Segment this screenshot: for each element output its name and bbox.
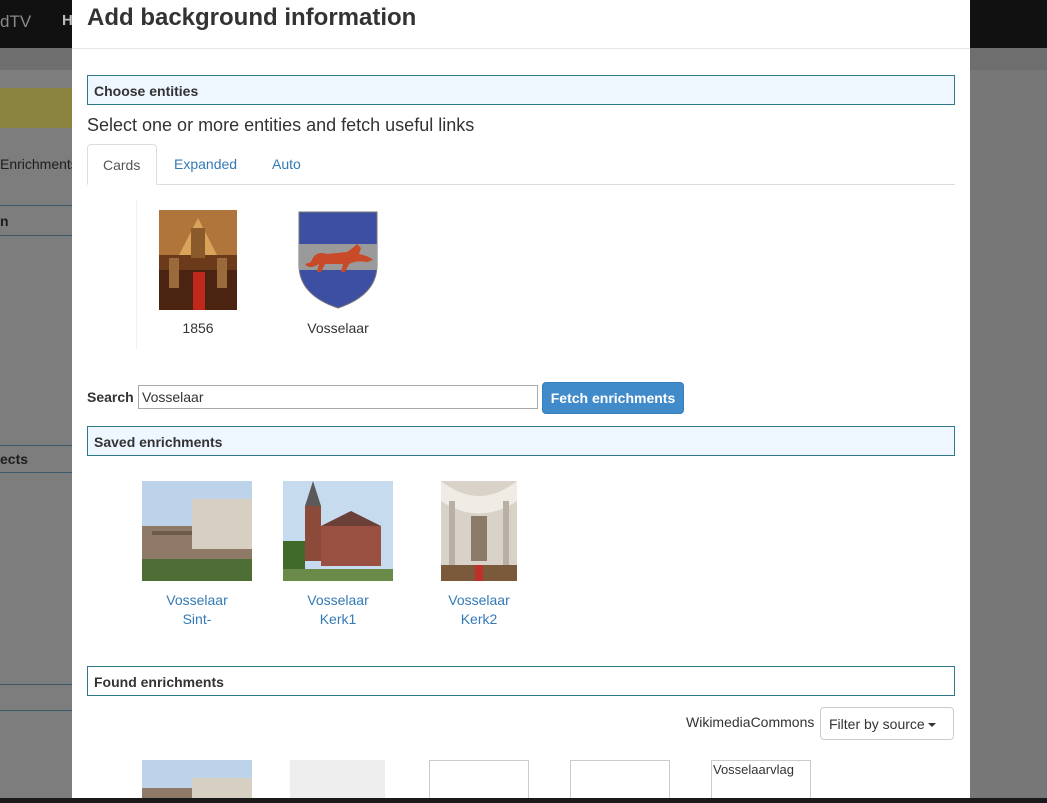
found-enrichment-label: Vosselaarvlag — [713, 762, 794, 777]
enrichment-subtitle[interactable]: Kerk1 — [283, 610, 393, 629]
painting-thumbnail — [159, 210, 237, 310]
background-divider — [0, 205, 72, 206]
found-enrichments-header: Found enrichments — [87, 666, 955, 696]
entity-card-1856[interactable]: 1856 — [159, 210, 237, 336]
choose-entities-header: Choose entities — [87, 75, 955, 105]
building-thumbnail — [142, 760, 252, 798]
background-sidebar-text: Enrichments — [0, 156, 78, 172]
background-highlight — [0, 88, 72, 128]
entity-card-vosselaar[interactable]: Vosselaar — [297, 210, 379, 336]
coat-of-arms-thumbnail — [298, 211, 378, 309]
background-divider — [0, 472, 72, 473]
add-background-modal: Add background information Choose entiti… — [72, 0, 970, 798]
enrichment-subtitle[interactable]: Sint- — [142, 610, 252, 629]
found-enrichment-item[interactable] — [570, 760, 670, 798]
background-bottom-bar — [0, 798, 1047, 803]
card-label: 1856 — [182, 320, 214, 336]
entity-tabs: Cards Expanded Auto — [87, 144, 955, 185]
entities-instructions: Select one or more entities and fetch us… — [87, 115, 475, 135]
tab-expanded[interactable]: Expanded — [159, 144, 252, 185]
background-brand: dTV — [0, 12, 32, 31]
enrichment-title[interactable]: Vosselaar — [424, 591, 534, 610]
background-left-panel — [0, 70, 72, 803]
enrichment-title[interactable]: Vosselaar — [142, 591, 252, 610]
found-enrichment-item[interactable] — [290, 760, 385, 798]
church-interior-thumbnail — [441, 481, 517, 581]
entity-cards: 1856 Vosselaar — [136, 200, 436, 350]
found-enrichment-item[interactable] — [429, 760, 529, 798]
background-sidebar-heading: n — [0, 213, 9, 229]
building-thumbnail — [142, 481, 252, 581]
background-divider — [0, 710, 72, 711]
church-thumbnail — [283, 481, 393, 581]
background-divider — [0, 445, 72, 446]
background-sidebar-heading: ects — [0, 451, 29, 467]
found-enrichment-item[interactable]: Vosselaarvlag — [711, 760, 811, 798]
found-enrichment-item[interactable] — [142, 760, 252, 798]
search-label: Search — [87, 389, 134, 405]
card-label: Vosselaar — [307, 320, 369, 336]
tab-cards[interactable]: Cards — [87, 144, 157, 185]
saved-enrichments-header: Saved enrichments — [87, 426, 955, 456]
filter-by-source-button[interactable]: Filter by source — [820, 707, 954, 740]
tab-auto[interactable]: Auto — [257, 144, 316, 185]
fetch-enrichments-button[interactable]: Fetch enrichments — [542, 382, 684, 414]
background-divider — [0, 235, 72, 236]
filter-button-label: Filter by source — [829, 715, 925, 732]
modal-title: Add background information — [87, 4, 417, 31]
enrichment-subtitle[interactable]: Kerk2 — [424, 610, 534, 629]
enrichment-title[interactable]: Vosselaar — [283, 591, 393, 610]
search-input[interactable] — [138, 385, 538, 409]
saved-enrichment-item[interactable]: Vosselaar Kerk1 — [283, 481, 393, 629]
background-right-panel — [970, 70, 1047, 803]
source-label: WikimediaCommons — [686, 714, 815, 730]
saved-enrichment-item[interactable]: Vosselaar Kerk2 — [424, 481, 534, 629]
background-divider — [0, 684, 72, 685]
caret-down-icon — [927, 722, 936, 727]
saved-enrichment-item[interactable]: Vosselaar Sint- — [142, 481, 252, 629]
modal-header-divider — [72, 48, 970, 49]
